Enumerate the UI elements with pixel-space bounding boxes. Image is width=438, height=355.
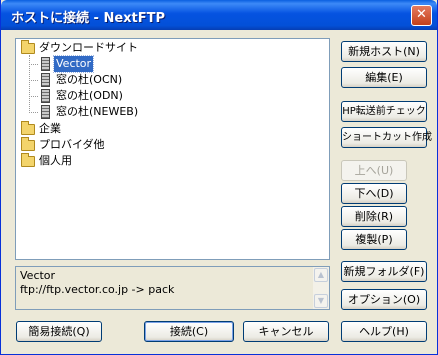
create-shortcut-button[interactable]: ショートカット作成 xyxy=(341,127,432,148)
info-host-detail: ftp://ftp.vector.co.jp -> pack xyxy=(20,283,175,296)
title-bar[interactable]: ホストに接続 - NextFTP ✕ xyxy=(1,0,437,30)
duplicate-button[interactable]: 複製(P) xyxy=(341,229,407,250)
tree-item-label: 窓の杜(NEWEB) xyxy=(56,105,139,118)
move-down-button[interactable]: 下へ(D) xyxy=(341,183,407,204)
info-host-name: Vector xyxy=(20,269,56,282)
tree-host-madonomori-ocn[interactable]: 窓の杜(OCN) xyxy=(41,72,124,88)
scroll-up-button[interactable]: ▲ xyxy=(314,268,328,282)
scroll-up-icon: ▲ xyxy=(317,270,325,279)
close-button[interactable]: ✕ xyxy=(411,5,432,26)
folder-icon xyxy=(21,152,35,167)
tree-item-label: Vector xyxy=(52,55,95,73)
new-folder-button[interactable]: 新規フォルダ(F) xyxy=(341,261,427,282)
tree-folder-download-sites[interactable]: ダウンロードサイト xyxy=(21,39,140,56)
tree-connector xyxy=(29,96,38,97)
tree-host-madonomori-odn[interactable]: 窓の杜(ODN) xyxy=(41,88,125,104)
move-up-button[interactable]: 上へ(U) xyxy=(341,160,407,181)
server-icon xyxy=(41,73,50,87)
host-tree[interactable]: ダウンロードサイト Vector 窓の杜(OCN) 窓の杜(ODN) 窓の杜(N… xyxy=(15,38,330,260)
scroll-down-icon: ▼ xyxy=(317,296,325,305)
delete-button[interactable]: 削除(R) xyxy=(341,206,407,227)
host-info-box: Vector ftp://ftp.vector.co.jp -> pack ▲ … xyxy=(15,266,330,310)
tree-item-label: ダウンロードサイト xyxy=(39,41,138,54)
tree-host-madonomori-neweb[interactable]: 窓の杜(NEWEB) xyxy=(41,104,140,120)
close-icon: ✕ xyxy=(416,7,427,22)
tree-connector xyxy=(29,112,38,113)
cancel-button[interactable]: キャンセル xyxy=(243,321,329,342)
tree-item-label: 企業 xyxy=(39,122,61,135)
options-button[interactable]: オプション(O) xyxy=(341,289,427,310)
connect-to-host-dialog: ホストに接続 - NextFTP ✕ ダウンロードサイト Vector 窓の杜(… xyxy=(0,0,438,355)
help-button[interactable]: ヘルプ(H) xyxy=(341,321,427,342)
tree-item-label: 窓の杜(ODN) xyxy=(56,89,123,102)
tree-folder-companies[interactable]: 企業 xyxy=(21,120,63,137)
connect-button[interactable]: 接続(C) xyxy=(144,321,234,342)
quick-connect-button[interactable]: 簡易接続(Q) xyxy=(16,321,102,342)
server-icon xyxy=(41,57,50,71)
open-folder-icon xyxy=(21,39,35,54)
tree-folder-personal[interactable]: 個人用 xyxy=(21,152,74,169)
tree-connector xyxy=(29,80,38,81)
server-icon xyxy=(41,89,50,103)
folder-icon xyxy=(21,136,35,151)
edit-button[interactable]: 編集(E) xyxy=(341,67,427,88)
tree-item-label: プロバイダ他 xyxy=(39,138,105,151)
server-icon xyxy=(41,105,50,119)
info-scrollbar[interactable]: ▲ ▼ xyxy=(313,267,329,309)
tree-item-label: 個人用 xyxy=(39,154,72,167)
tree-folder-providers[interactable]: プロバイダ他 xyxy=(21,136,107,153)
tree-connector xyxy=(29,64,38,65)
hp-transfer-check-button[interactable]: HP転送前チェック xyxy=(341,101,427,122)
window-title: ホストに接続 - NextFTP xyxy=(11,11,166,26)
tree-host-vector[interactable]: Vector xyxy=(41,55,95,73)
folder-icon xyxy=(21,120,35,135)
tree-item-label: 窓の杜(OCN) xyxy=(56,73,123,86)
scroll-down-button[interactable]: ▼ xyxy=(314,294,328,308)
new-host-button[interactable]: 新規ホスト(N) xyxy=(341,41,427,62)
